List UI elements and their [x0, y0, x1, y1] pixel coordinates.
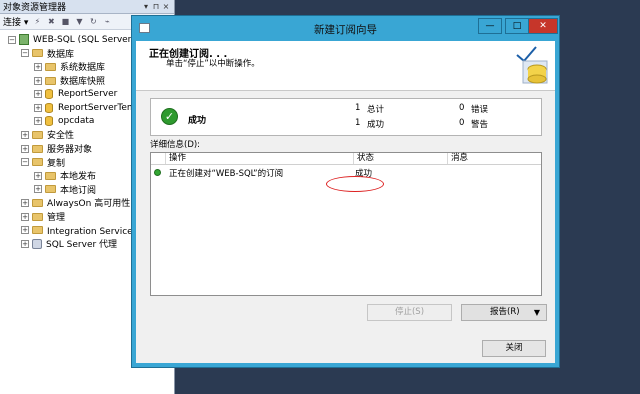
tree-node-label: 管理 [47, 213, 66, 224]
report-button[interactable]: 报告(R) ▼ [461, 304, 547, 321]
tree-node-label: 数据库 [47, 49, 75, 60]
column-header-message[interactable]: 消息 [447, 153, 543, 164]
disconnect-icon[interactable]: ✖ [46, 17, 56, 27]
success-label: 成功 [367, 120, 385, 130]
tree-node-label: 服务器对象 [47, 145, 93, 156]
folder-icon [32, 49, 43, 58]
close-window-button[interactable]: ✕ [528, 18, 558, 34]
expand-icon[interactable]: + [34, 185, 42, 194]
folder-icon [32, 144, 43, 153]
expand-icon[interactable]: + [34, 62, 42, 71]
tree-node-label: 本地订阅 [60, 185, 97, 196]
details-grid-header: 操作 状态 消息 [151, 153, 541, 165]
details-row[interactable]: 正在创建对“WEB-SQL”的订阅 成功 [151, 166, 541, 179]
summary-status: 成功 [188, 116, 207, 126]
expand-icon[interactable]: + [21, 226, 29, 235]
success-count: 1 [355, 118, 361, 128]
folder-icon [45, 171, 56, 180]
details-grid[interactable]: 操作 状态 消息 正在创建对“WEB-SQL”的订阅 成功 [150, 152, 542, 296]
folder-icon [32, 198, 43, 207]
expand-icon[interactable]: + [21, 239, 29, 248]
tree-node-label: SQL Server 代理 [46, 240, 118, 251]
total-label: 总计 [367, 105, 385, 115]
database-icon [45, 89, 53, 100]
maximize-button[interactable]: □ [505, 18, 529, 34]
column-header-action[interactable]: 操作 [165, 153, 353, 164]
tree-node-label: ReportServerTemp [58, 102, 142, 113]
new-subscription-wizard-dialog: 新建订阅向导 — □ ✕ 正在创建订阅. . . 单击“停止”以中断操作。 ✓ … [131, 15, 560, 368]
total-count: 1 [355, 103, 361, 113]
error-label: 错误 [471, 105, 489, 115]
wizard-header-subtitle: 单击“停止”以中断操作。 [166, 59, 260, 69]
success-row-icon [154, 169, 161, 176]
expand-icon[interactable]: + [34, 171, 42, 180]
pin-icon[interactable]: ⊓ [151, 2, 161, 11]
database-icon [45, 102, 53, 113]
folder-icon [32, 130, 43, 139]
result-summary-box: ✓ 成功 1 总计 1 成功 0 错误 0 警告 [150, 98, 542, 136]
report-button-label: 报告(R) [490, 307, 520, 317]
connect-icon[interactable]: ⚡ [32, 17, 42, 27]
tree-node-label: 系统数据库 [60, 63, 106, 74]
expand-icon[interactable]: + [34, 76, 42, 85]
tree-node-label: opcdata [58, 116, 95, 127]
expand-icon[interactable]: + [34, 117, 42, 126]
tree-node-label: AlwaysOn 高可用性 [47, 199, 131, 210]
close-panel-icon[interactable]: × [161, 2, 171, 11]
close-button[interactable]: 关闭 [482, 340, 546, 357]
column-header-status[interactable]: 状态 [353, 153, 447, 164]
wizard-banner-icon [516, 46, 548, 84]
object-explorer-title: 对象资源管理器 [3, 3, 67, 13]
agent-icon [32, 238, 42, 249]
expand-icon[interactable]: + [21, 144, 29, 153]
dialog-client-area: 正在创建订阅. . . 单击“停止”以中断操作。 ✓ 成功 1 总计 1 成功 … [136, 41, 555, 363]
success-check-icon: ✓ [161, 108, 178, 125]
row-action-text: 正在创建对“WEB-SQL”的订阅 [169, 169, 284, 179]
filter-icon[interactable]: ▼ [74, 17, 84, 27]
object-explorer-titlebar: 对象资源管理器 ▾ ⊓ × [0, 0, 174, 14]
wizard-header: 正在创建订阅. . . 单击“停止”以中断操作。 [136, 41, 555, 91]
collapse-icon[interactable]: − [21, 49, 29, 58]
folder-icon [45, 62, 56, 71]
tree-node-label: ReportServer [58, 89, 118, 100]
activity-icon[interactable]: ⌁ [102, 17, 112, 27]
folder-icon [45, 185, 56, 194]
expand-icon[interactable]: + [21, 130, 29, 139]
dropdown-icon[interactable]: ▾ [141, 2, 151, 11]
collapse-icon[interactable]: − [8, 35, 16, 44]
expand-icon[interactable]: + [21, 212, 29, 221]
tree-node-label: 复制 [47, 158, 66, 169]
expand-icon[interactable]: + [34, 103, 42, 112]
warning-count: 0 [459, 118, 465, 128]
connect-button[interactable]: 连接 ▾ [3, 15, 28, 28]
refresh-icon[interactable]: ↻ [88, 17, 98, 27]
folder-icon [32, 212, 43, 221]
details-label: 详细信息(D): [150, 140, 201, 150]
warning-label: 警告 [471, 120, 489, 130]
stop-icon[interactable]: ■ [60, 17, 70, 27]
expand-icon[interactable]: + [21, 198, 29, 207]
report-dropdown-icon[interactable]: ▼ [534, 305, 540, 320]
tree-node-label: 本地发布 [60, 172, 97, 183]
folder-icon [45, 76, 56, 85]
tree-node-label: 安全性 [47, 131, 75, 142]
folder-icon [32, 158, 43, 167]
stop-button[interactable]: 停止(S) [367, 304, 452, 321]
minimize-button[interactable]: — [478, 18, 502, 34]
error-count: 0 [459, 103, 465, 113]
tree-node-label: 数据库快照 [60, 77, 106, 88]
folder-icon [32, 226, 43, 235]
tree-node-label: WEB-SQL (SQL Server 12 [33, 34, 146, 45]
server-icon [19, 34, 29, 46]
collapse-icon[interactable]: − [21, 158, 29, 167]
expand-icon[interactable]: + [34, 90, 42, 99]
database-icon [45, 116, 53, 127]
row-status-text[interactable]: 成功 [355, 167, 372, 179]
